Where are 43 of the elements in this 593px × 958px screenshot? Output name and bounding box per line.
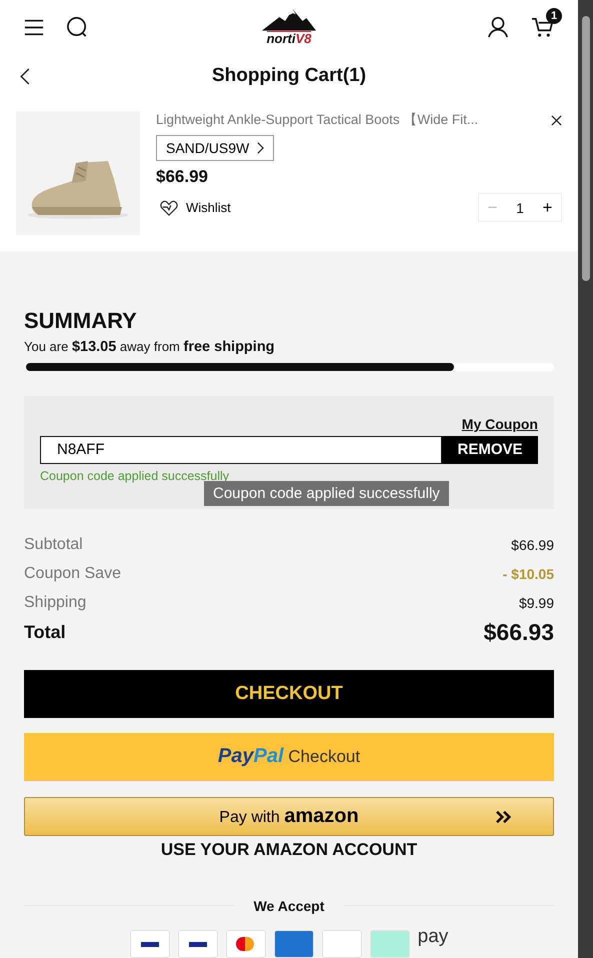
product-title[interactable]: Lightweight Ankle-Support Tactical Boots 【Wide Fit...: [156, 111, 478, 130]
we-accept-title: We Accept: [254, 898, 324, 914]
menu-icon[interactable]: [24, 18, 44, 36]
double-chevron-icon: [495, 810, 513, 824]
user-icon[interactable]: [487, 16, 509, 38]
total-label: Total: [24, 622, 66, 644]
wishlist-button[interactable]: Wishlist: [156, 200, 235, 216]
amazon-note: USE YOUR AMAZON ACCOUNT: [160, 840, 418, 860]
my-coupon-link[interactable]: My Coupon: [462, 416, 538, 432]
total-value: $66.93: [484, 619, 554, 646]
coupon-field[interactable]: N8AFF: [40, 436, 442, 464]
scrollbar[interactable]: [578, 0, 593, 958]
toast-message: Coupon code applied successfully: [204, 480, 449, 506]
back-icon[interactable]: [20, 68, 30, 86]
summary-value: - $10.05: [502, 566, 554, 582]
coupon-message: Coupon code applied successfully: [40, 468, 230, 483]
summary-label: Coupon Save: [24, 565, 121, 584]
product-price: $66.99: [156, 167, 209, 188]
payment-card-icon: [274, 930, 314, 958]
page-title: Shopping Cart(1): [212, 65, 366, 88]
payment-logo: pay: [418, 930, 448, 949]
search-icon[interactable]: [66, 16, 89, 39]
cart-count-badge: 1: [546, 8, 562, 24]
summary-label: Subtotal: [24, 536, 83, 554]
summary-value: $66.99: [511, 537, 554, 554]
quantity-value: 1: [515, 200, 525, 216]
amazon-pay-button[interactable]: Pay with amazon: [24, 796, 554, 836]
summary-label: Shipping: [24, 594, 86, 612]
summary-title: SUMMARY: [24, 308, 138, 334]
summary-value: $9.99: [518, 595, 554, 612]
remove-button[interactable]: REMOVE: [442, 436, 538, 464]
heart-icon: [160, 200, 178, 216]
free-shipping-message: You are $13.05 away from free shipping: [24, 338, 276, 355]
variant-selector[interactable]: SAND/US9W: [156, 135, 274, 162]
chevron-right-icon: [257, 142, 264, 154]
increase-button[interactable]: +: [534, 198, 561, 218]
quantity-stepper[interactable]: − 1 +: [478, 193, 562, 222]
logo-text: nortiV8: [266, 31, 312, 46]
checkout-button[interactable]: CHECKOUT: [24, 670, 554, 718]
paypal-button[interactable]: PayPal Checkout: [24, 732, 554, 781]
mountain-icon: [260, 9, 318, 32]
close-icon[interactable]: [551, 114, 562, 126]
payment-card-icon: [370, 930, 410, 958]
